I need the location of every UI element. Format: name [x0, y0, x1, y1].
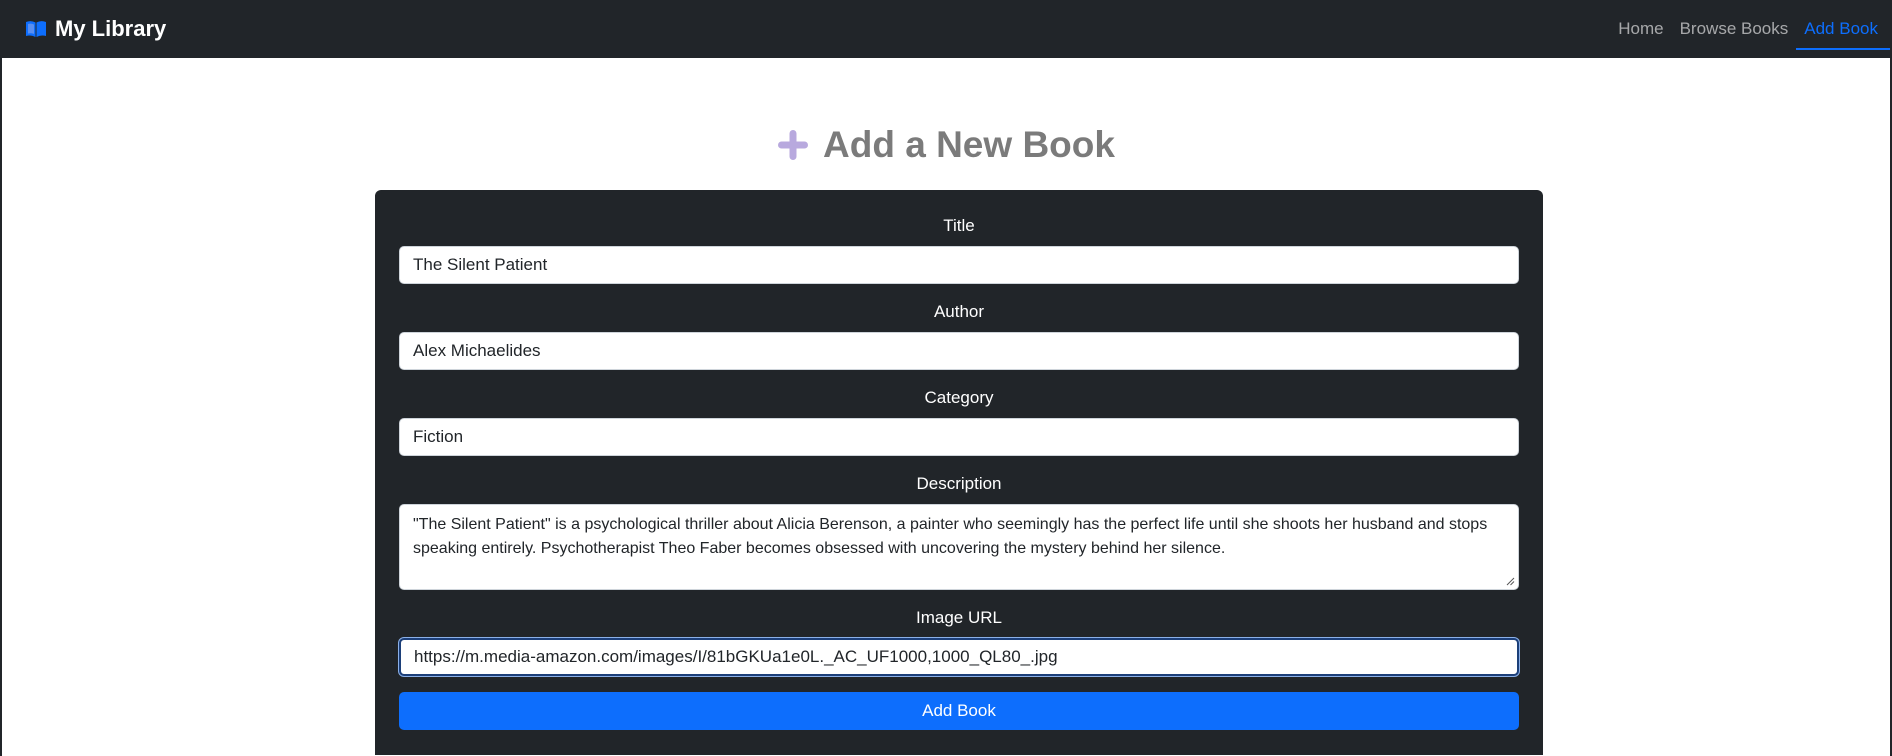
- add-book-form: Title The Silent Patient Author Alex Mic…: [375, 190, 1543, 755]
- category-input[interactable]: Fiction: [399, 418, 1519, 456]
- brand-link[interactable]: My Library: [25, 16, 166, 42]
- add-book-button[interactable]: Add Book: [399, 692, 1519, 730]
- nav-links: Home Browse Books Add Book: [1610, 0, 1890, 58]
- image-url-label: Image URL: [916, 608, 1002, 627]
- description-text: "The Silent Patient" is a psychological …: [413, 516, 1488, 557]
- title-input[interactable]: The Silent Patient: [399, 246, 1519, 284]
- author-input[interactable]: Alex Michaelides: [399, 332, 1519, 370]
- description-label: Description: [916, 474, 1002, 493]
- page-title-text: Add a New Book: [823, 124, 1115, 165]
- plus-icon: [778, 130, 809, 160]
- nav-link-add-book[interactable]: Add Book: [1796, 0, 1890, 58]
- category-label: Category: [924, 388, 994, 407]
- brand-label: My Library: [55, 16, 167, 41]
- image-url-input[interactable]: https://m.media-amazon.com/images/I/81bG…: [399, 638, 1519, 676]
- author-label: Author: [933, 302, 985, 321]
- open-book-icon: [26, 21, 46, 37]
- resize-handle-icon[interactable]: [1506, 577, 1515, 586]
- description-textarea[interactable]: "The Silent Patient" is a psychological …: [399, 504, 1519, 590]
- page-title: Add a New Book: [2, 124, 1890, 166]
- navbar: My Library Home Browse Books Add Book: [2, 0, 1890, 58]
- title-label: Title: [943, 216, 975, 235]
- nav-link-browse-books[interactable]: Browse Books: [1672, 0, 1797, 58]
- nav-link-home[interactable]: Home: [1610, 0, 1671, 58]
